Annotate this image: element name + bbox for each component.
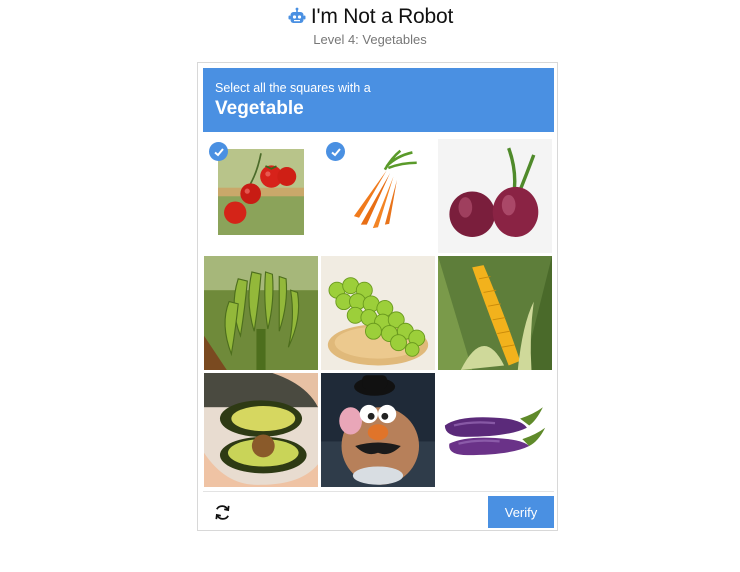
potato-head-toy-image — [321, 373, 435, 487]
challenge-banner: Select all the squares with a Vegetable — [203, 68, 554, 132]
challenge-prompt: Select all the squares with a — [215, 81, 371, 95]
page-header: I'm Not a Robot Level 4: Vegetables — [0, 0, 740, 47]
tile-green-grapes[interactable] — [321, 256, 435, 370]
carrots-image — [335, 149, 421, 235]
green-grapes-image — [321, 256, 435, 370]
verify-button[interactable]: Verify — [488, 496, 554, 528]
tile-red-onions[interactable] — [438, 139, 552, 253]
page-title: I'm Not a Robot — [310, 5, 454, 28]
avocado-image — [204, 373, 318, 487]
tile-carrots[interactable] — [321, 139, 435, 253]
tomatoes-image — [218, 149, 304, 235]
red-onions-image — [438, 139, 552, 253]
tile-avocado[interactable] — [204, 373, 318, 487]
tile-tomatoes[interactable] — [204, 139, 318, 253]
image-grid — [204, 139, 554, 487]
tile-corn[interactable] — [438, 256, 552, 370]
widget-footer: Verify — [203, 491, 554, 528]
tile-toy-potato[interactable] — [321, 373, 435, 487]
corn-image — [438, 256, 552, 370]
title-row: I'm Not a Robot — [0, 5, 740, 29]
level-subtitle: Level 4: Vegetables — [313, 32, 427, 47]
challenge-target: Vegetable — [215, 98, 304, 119]
robot-icon — [288, 7, 306, 23]
checkmark-icon — [209, 142, 228, 161]
captcha-widget: Select all the squares with a Vegetable — [197, 62, 558, 531]
tile-eggplants[interactable] — [438, 373, 552, 487]
green-bananas-image — [204, 256, 318, 370]
tile-green-bananas[interactable] — [204, 256, 318, 370]
eggplants-image — [438, 373, 552, 487]
reload-icon[interactable] — [213, 503, 232, 522]
checkmark-icon — [326, 142, 345, 161]
